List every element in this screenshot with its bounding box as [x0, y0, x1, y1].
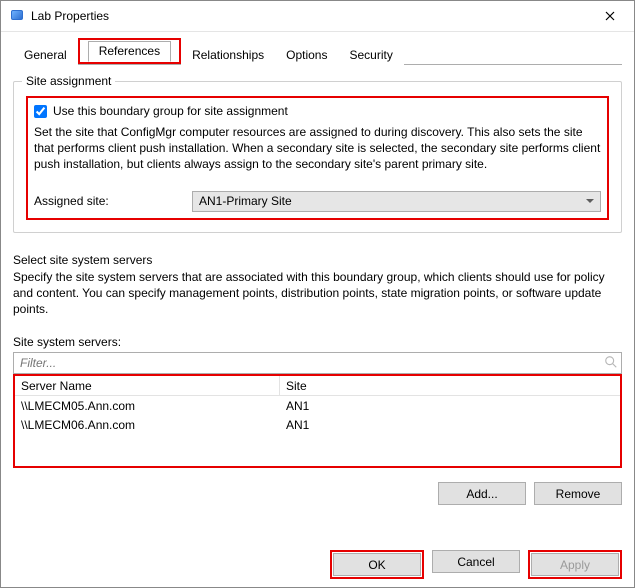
servers-description: Specify the site system servers that are…: [13, 269, 622, 318]
tab-relationships[interactable]: Relationships: [181, 45, 275, 65]
dialog-buttons: OK Cancel Apply: [13, 544, 622, 579]
cancel-button[interactable]: Cancel: [432, 550, 520, 573]
site-assignment-label: Site assignment: [22, 74, 115, 88]
cell-site: AN1: [280, 399, 620, 413]
tabstrip: General References Relationships Options…: [13, 42, 622, 65]
apply-button[interactable]: Apply: [531, 553, 619, 576]
table-row[interactable]: \\LMECM05.Ann.com AN1: [15, 396, 620, 415]
filter-wrap: [13, 352, 622, 374]
server-buttons: Add... Remove: [13, 482, 622, 505]
tab-references-highlight: References: [78, 38, 181, 64]
ok-button[interactable]: OK: [333, 553, 421, 576]
column-site[interactable]: Site: [280, 376, 620, 395]
assigned-site-value: AN1-Primary Site: [199, 194, 292, 208]
remove-button[interactable]: Remove: [534, 482, 622, 505]
filter-input[interactable]: [18, 355, 599, 371]
ok-highlight: OK: [330, 550, 424, 579]
search-icon: [604, 355, 618, 369]
dialog-window: Lab Properties General References Relati…: [0, 0, 635, 588]
tab-general[interactable]: General: [13, 45, 78, 65]
servers-list-highlight: Server Name Site \\LMECM05.Ann.com AN1 \…: [13, 374, 622, 468]
list-header: Server Name Site: [15, 376, 620, 396]
apply-highlight: Apply: [528, 550, 622, 579]
chevron-down-icon: [586, 199, 594, 203]
table-row[interactable]: \\LMECM06.Ann.com AN1: [15, 415, 620, 434]
site-assignment-highlight: Use this boundary group for site assignm…: [26, 96, 609, 220]
window-title: Lab Properties: [31, 9, 587, 23]
cell-site: AN1: [280, 418, 620, 432]
use-boundary-checkbox[interactable]: [34, 105, 47, 118]
servers-list[interactable]: Server Name Site \\LMECM05.Ann.com AN1 \…: [15, 376, 620, 466]
client-area: General References Relationships Options…: [1, 32, 634, 587]
add-button[interactable]: Add...: [438, 482, 526, 505]
cell-server: \\LMECM06.Ann.com: [15, 418, 280, 432]
servers-header: Select site system servers: [13, 253, 622, 267]
titlebar[interactable]: Lab Properties: [1, 1, 634, 32]
cell-server: \\LMECM05.Ann.com: [15, 399, 280, 413]
tab-security[interactable]: Security: [338, 45, 403, 65]
column-server-name[interactable]: Server Name: [15, 376, 280, 395]
use-boundary-label: Use this boundary group for site assignm…: [53, 104, 288, 118]
close-icon: [605, 11, 615, 21]
tab-references[interactable]: References: [88, 41, 171, 62]
tab-options[interactable]: Options: [275, 45, 338, 65]
assigned-site-label: Assigned site:: [34, 194, 184, 208]
assigned-site-select[interactable]: AN1-Primary Site: [192, 191, 601, 212]
app-icon: [9, 8, 25, 24]
site-assignment-description: Set the site that ConfigMgr computer res…: [34, 124, 601, 173]
site-assignment-group: Site assignment Use this boundary group …: [13, 81, 622, 233]
close-button[interactable]: [587, 1, 632, 31]
servers-list-label: Site system servers:: [13, 335, 622, 349]
